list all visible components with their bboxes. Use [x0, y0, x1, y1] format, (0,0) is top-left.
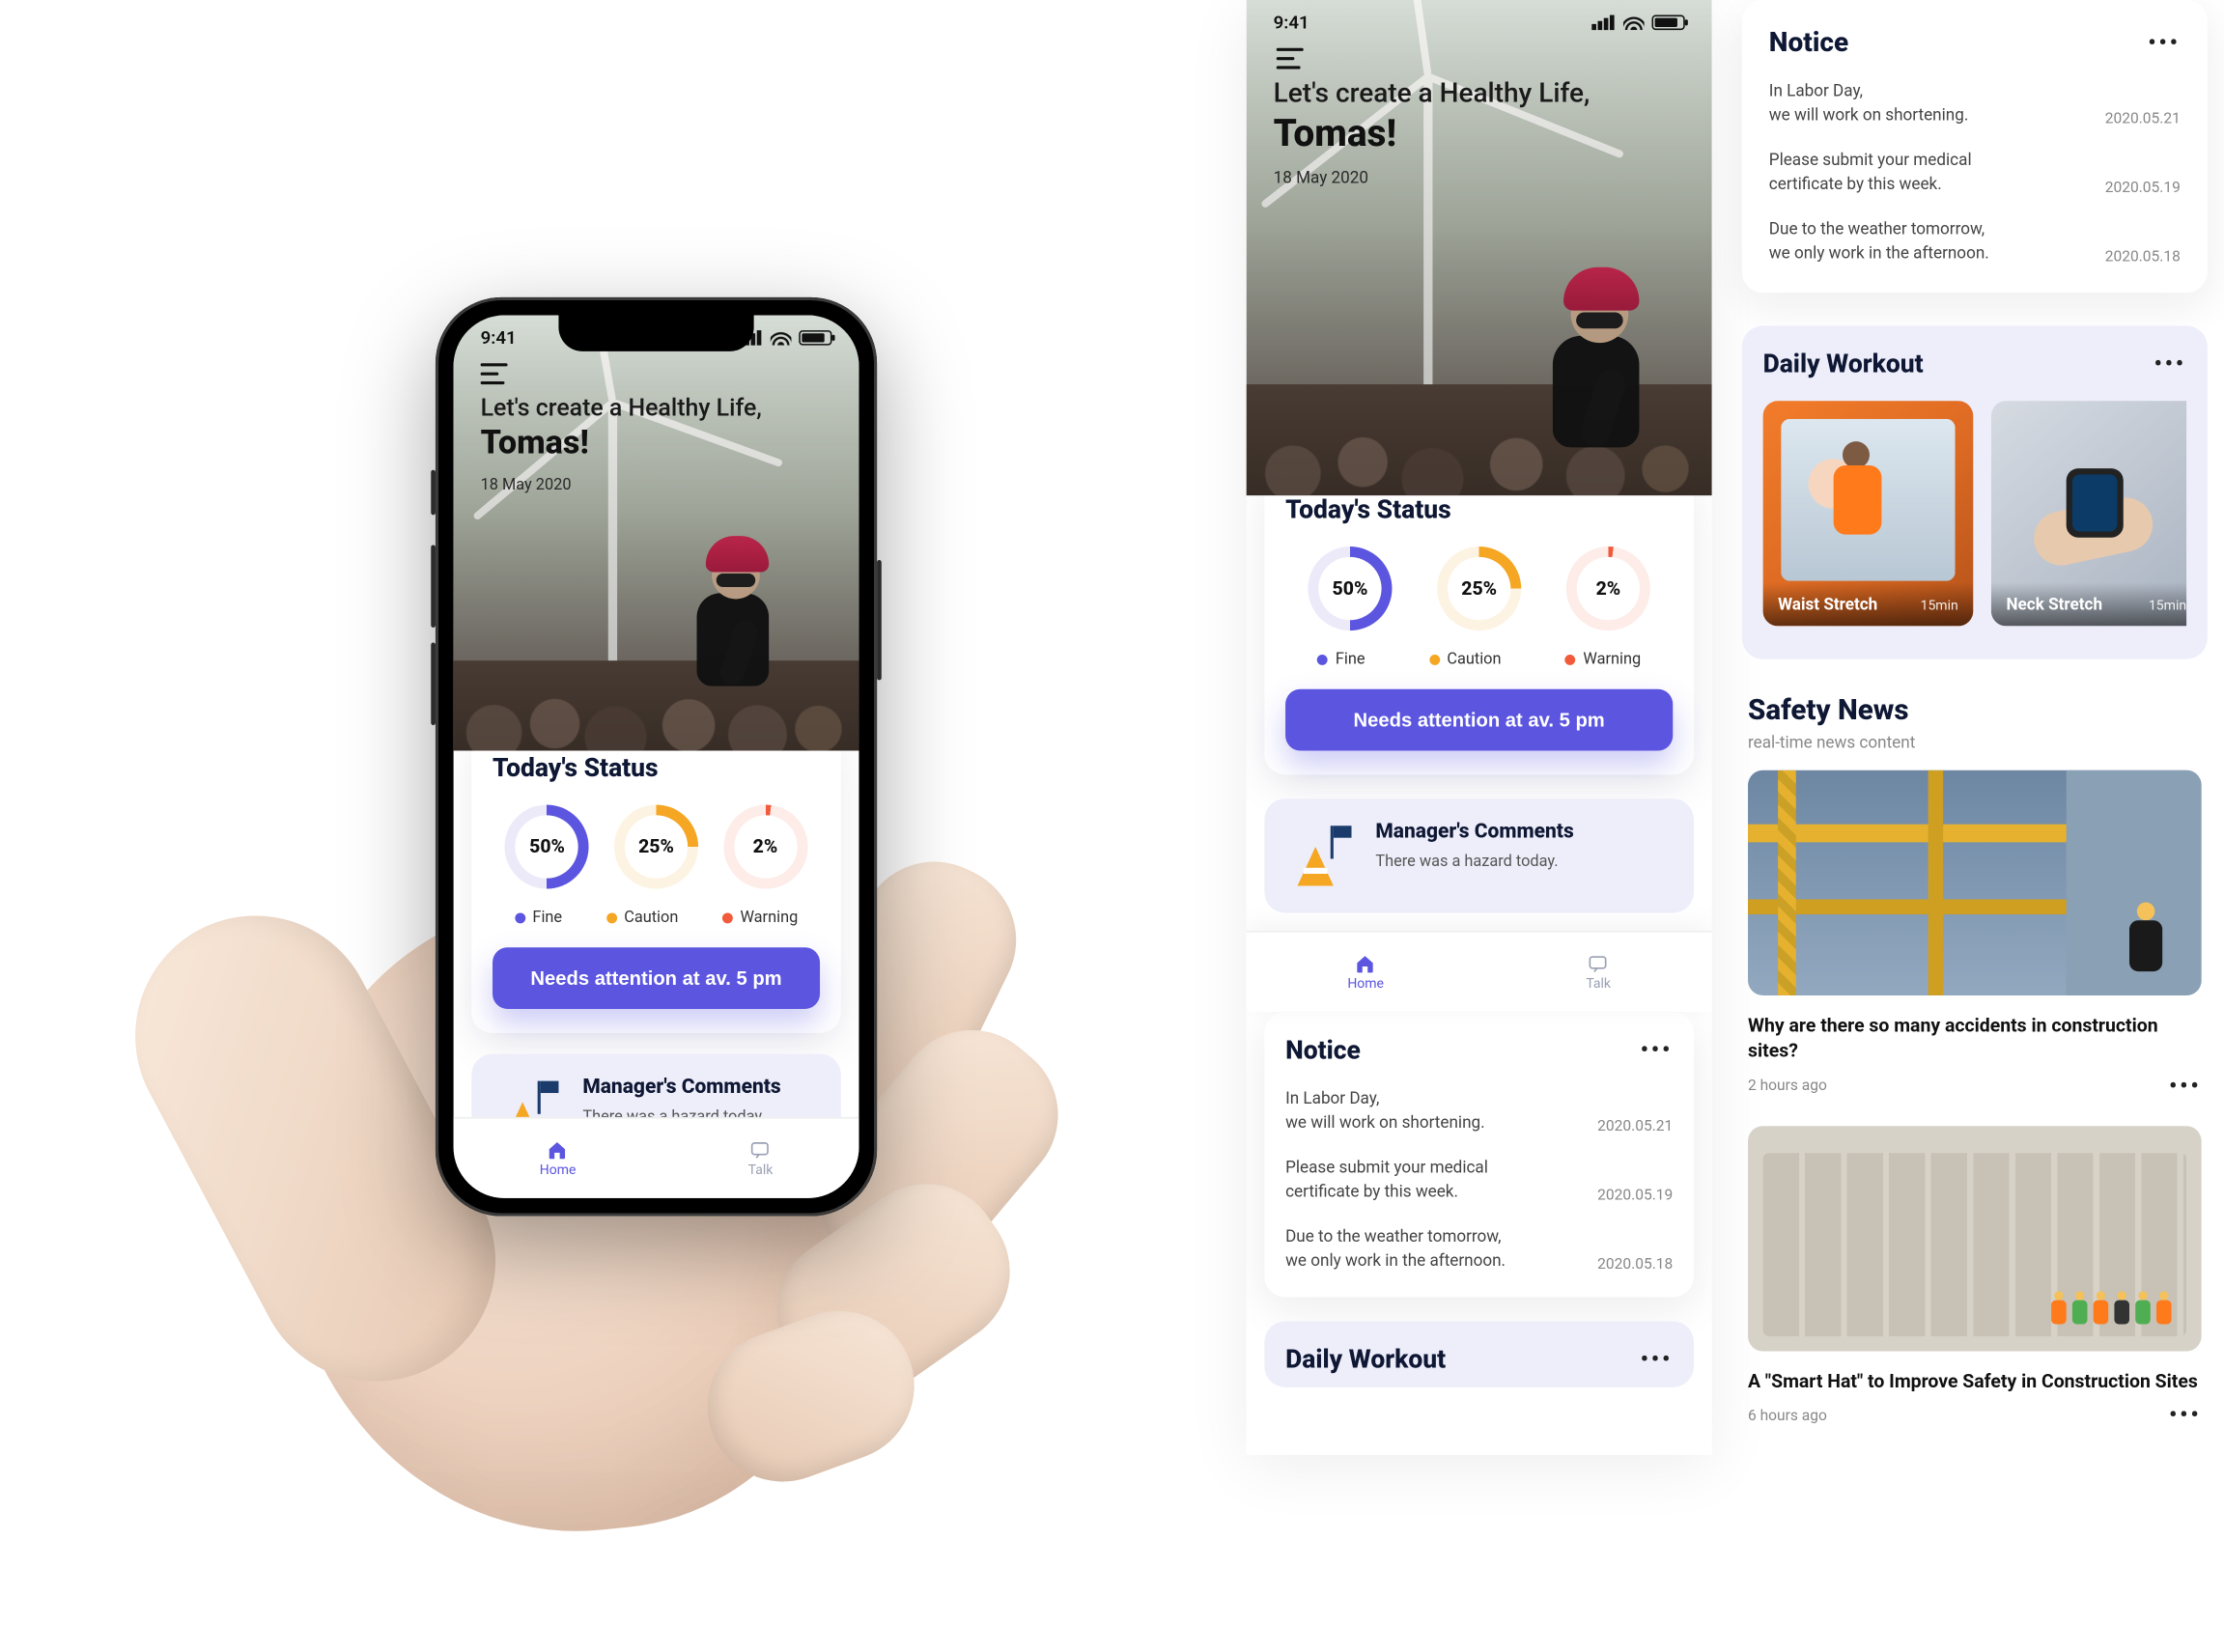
legend-warning: Warning — [1565, 649, 1641, 668]
chat-icon — [1587, 953, 1611, 974]
notice-date: 2020.05.21 — [2105, 111, 2181, 127]
news-time: 6 hours ago — [1748, 1408, 1827, 1424]
status-time: 9:41 — [1274, 12, 1309, 33]
home-icon — [1354, 953, 1378, 974]
more-icon[interactable]: ••• — [2169, 1404, 2202, 1428]
managers-comments-card[interactable]: Manager's Comments There was a hazard to… — [1264, 798, 1694, 912]
greeting-date: 18 May 2020 — [481, 474, 832, 493]
app-panel-sections: Notice ••• In Labor Day,we will work on … — [1742, 0, 2208, 1428]
notice-date: 2020.05.19 — [2105, 180, 2181, 196]
news-image-crane — [1748, 770, 2202, 994]
todays-status-title: Today's Status — [493, 754, 820, 784]
notice-date: 2020.05.18 — [2105, 249, 2181, 266]
greeting-name: Tomas! — [1274, 113, 1685, 156]
news-headline: A "Smart Hat" to Improve Safety in Const… — [1748, 1369, 2202, 1395]
todays-status-card: Today's Status 50% 25% — [471, 730, 841, 1033]
nav-home[interactable]: Home — [540, 1138, 577, 1177]
more-icon[interactable]: ••• — [2154, 352, 2187, 377]
home-icon — [546, 1138, 570, 1160]
app-panel-top: 9:41 Let's create a Healthy Life, Tomas!… — [1247, 0, 1712, 1455]
notice-date: 2020.05.21 — [1597, 1118, 1673, 1134]
status-donut-warning: 2% — [723, 804, 807, 888]
chat-icon — [748, 1138, 773, 1160]
more-icon[interactable]: ••• — [2148, 31, 2181, 55]
status-donut-caution: 25% — [614, 804, 698, 888]
legend-fine: Fine — [515, 907, 562, 926]
legend-fine: Fine — [1317, 649, 1365, 668]
safety-news-section: Safety News real-time news content Why a… — [1742, 691, 2208, 1428]
more-icon[interactable]: ••• — [1641, 1348, 1674, 1372]
workout-item-neck-stretch[interactable]: Neck Stretch15min — [1991, 401, 2186, 626]
bottom-nav: Home Talk — [1247, 931, 1712, 1012]
attention-cta-button[interactable]: Needs attention at av. 5 pm — [1285, 689, 1673, 751]
nav-home[interactable]: Home — [1347, 953, 1384, 992]
safety-news-subtitle: real-time news content — [1748, 732, 2202, 751]
nav-talk[interactable]: Talk — [748, 1138, 774, 1177]
safety-news-title: Safety News — [1748, 691, 2202, 726]
status-time: 9:41 — [481, 327, 517, 349]
news-headline: Why are there so many accidents in const… — [1748, 1013, 2202, 1065]
bottom-nav: Home Talk — [454, 1117, 859, 1198]
managers-comments-title: Manager's Comments — [1375, 820, 1573, 844]
news-item[interactable]: A "Smart Hat" to Improve Safety in Const… — [1748, 1126, 2202, 1428]
greeting-name: Tomas! — [481, 425, 832, 462]
wifi-icon — [1623, 15, 1645, 31]
news-image-site — [1748, 1126, 2202, 1351]
news-time: 2 hours ago — [1748, 1078, 1827, 1095]
greeting-line: Let's create a Healthy Life, — [1274, 78, 1685, 110]
status-donut-fine: 50% — [1308, 546, 1392, 630]
notice-item[interactable]: In Labor Day,we will work on shortening.… — [1285, 1087, 1673, 1135]
more-icon[interactable]: ••• — [1641, 1039, 1674, 1063]
battery-icon — [1652, 15, 1685, 31]
notice-item[interactable]: Please submit your medicalcertificate by… — [1769, 149, 2181, 197]
notice-card: Notice ••• In Labor Day,we will work on … — [1264, 1012, 1694, 1297]
nav-talk[interactable]: Talk — [1586, 953, 1611, 992]
managers-comments-body: There was a hazard today. — [1375, 852, 1573, 871]
notice-item[interactable]: In Labor Day,we will work on shortening.… — [1769, 79, 2181, 127]
attention-cta-button[interactable]: Needs attention at av. 5 pm — [493, 947, 820, 1009]
todays-status-title: Today's Status — [1285, 495, 1673, 525]
notice-date: 2020.05.18 — [1597, 1256, 1673, 1273]
status-donut-fine: 50% — [505, 804, 589, 888]
hazard-cone-icon — [1285, 820, 1358, 892]
more-icon[interactable]: ••• — [2169, 1075, 2202, 1099]
daily-workout-title: Daily Workout — [1285, 1345, 1446, 1375]
todays-status-card: Today's Status 50% 25% — [1264, 471, 1694, 774]
phone-notch — [558, 316, 753, 351]
battery-icon — [799, 330, 831, 346]
phone-in-hand-mockup: 9:41 Let's create a Healthy Life, Tomas! — [0, 0, 1171, 1652]
greeting-line: Let's create a Healthy Life, — [481, 393, 832, 422]
greeting-date: 18 May 2020 — [1274, 168, 1685, 187]
notice-card: Notice ••• In Labor Day,we will work on … — [1742, 0, 2208, 293]
daily-workout-card: Daily Workout ••• — [1264, 1321, 1694, 1386]
daily-workout-card: Daily Workout ••• Waist Stretch15min Nec… — [1742, 325, 2208, 658]
wifi-icon — [771, 330, 792, 346]
status-donut-caution: 25% — [1437, 546, 1521, 630]
legend-warning: Warning — [722, 907, 798, 926]
notice-title: Notice — [1285, 1036, 1361, 1066]
workout-item-waist-stretch[interactable]: Waist Stretch15min — [1763, 401, 1974, 626]
legend-caution: Caution — [1429, 649, 1502, 668]
notice-date: 2020.05.19 — [1597, 1188, 1673, 1204]
news-item[interactable]: Why are there so many accidents in const… — [1748, 770, 2202, 1099]
signal-icon — [1591, 15, 1616, 31]
notice-item[interactable]: Please submit your medicalcertificate by… — [1285, 1156, 1673, 1204]
daily-workout-title: Daily Workout — [1763, 350, 1924, 379]
status-donut-warning: 2% — [1566, 546, 1650, 630]
legend-caution: Caution — [606, 907, 679, 926]
phone-frame: 9:41 Let's create a Healthy Life, Tomas! — [436, 297, 877, 1217]
notice-title: Notice — [1769, 27, 1848, 59]
managers-comments-title: Manager's Comments — [582, 1075, 780, 1099]
notice-item[interactable]: Due to the weather tomorrow,we only work… — [1769, 217, 2181, 266]
notice-item[interactable]: Due to the weather tomorrow,we only work… — [1285, 1224, 1673, 1273]
